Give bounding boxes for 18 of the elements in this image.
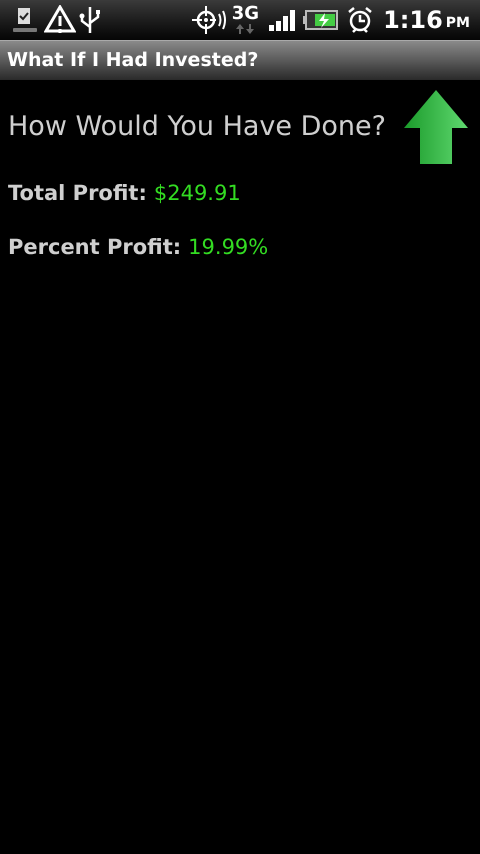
heading: How Would You Have Done? bbox=[8, 110, 386, 144]
stat-label: Percent Profit: bbox=[8, 234, 182, 260]
up-arrow-icon bbox=[404, 90, 468, 164]
usb-icon bbox=[78, 5, 102, 35]
clock-time: 1:16 bbox=[383, 5, 443, 36]
battery-charging-icon bbox=[303, 10, 340, 30]
stat-value: $249.91 bbox=[154, 180, 241, 207]
signal-icon bbox=[269, 9, 298, 31]
clock-meridiem: PM bbox=[446, 14, 470, 32]
warning-icon bbox=[44, 5, 76, 35]
stat-label: Total Profit: bbox=[8, 180, 147, 207]
stat-value: 19.99% bbox=[188, 234, 268, 260]
data-activity-icon bbox=[235, 23, 256, 35]
alarm-clock-icon bbox=[347, 6, 374, 34]
network-type: 3G bbox=[232, 5, 260, 23]
window-title: What If I Had Invested? bbox=[7, 48, 258, 74]
download-complete-icon bbox=[12, 6, 38, 34]
gps-icon bbox=[190, 4, 226, 36]
